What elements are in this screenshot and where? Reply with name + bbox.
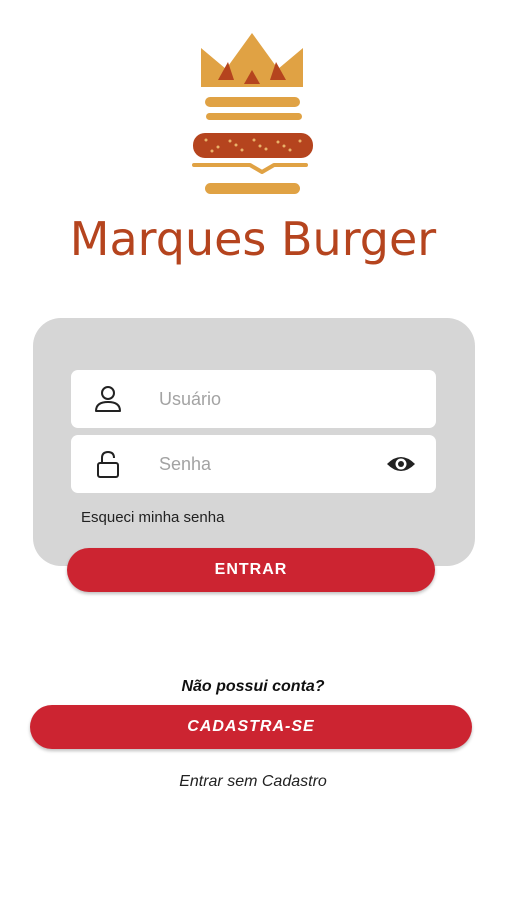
guest-login-link[interactable]: Entrar sem Cadastro (0, 773, 506, 791)
lock-icon (97, 450, 119, 478)
eye-icon[interactable] (386, 452, 416, 476)
brand-logo: Marques Burger (70, 33, 437, 266)
enter-button[interactable]: ENTRAR (67, 548, 435, 592)
burger-icon (192, 97, 313, 194)
no-account-prompt: Não possui conta? (181, 678, 325, 695)
forgot-password-link[interactable]: Esqueci minha senha (81, 509, 224, 526)
username-field[interactable] (71, 370, 436, 428)
user-icon (95, 386, 121, 412)
password-field[interactable] (71, 435, 436, 493)
password-input[interactable] (159, 435, 379, 493)
crown-icon (201, 33, 303, 87)
username-input[interactable] (159, 370, 379, 428)
signup-button[interactable]: CADASTRA-SE (30, 705, 472, 749)
brand-name: Marques Burger (70, 212, 437, 266)
